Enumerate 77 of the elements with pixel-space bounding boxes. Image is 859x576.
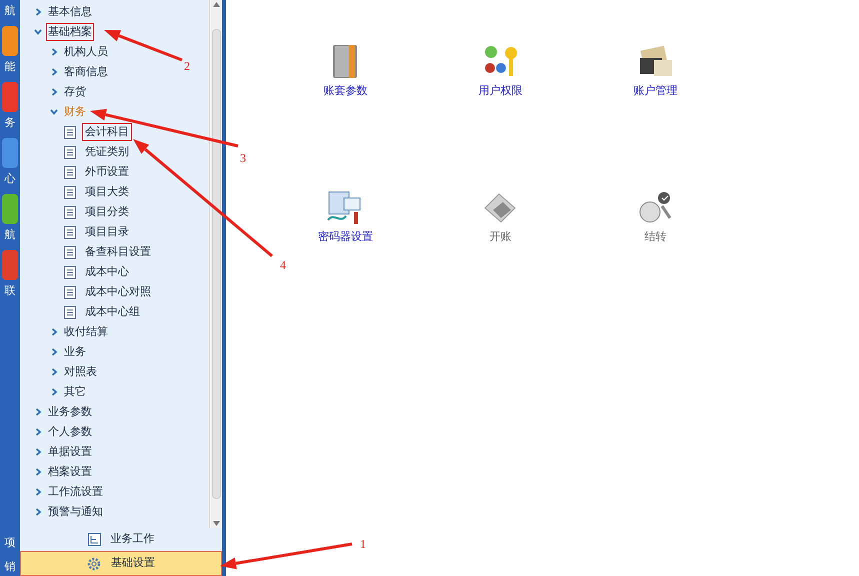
function-button[interactable]: 用户权限 [423,44,578,98]
tree-item[interactable]: 预警与通知 [46,503,105,521]
chevron-down-icon[interactable] [50,108,58,116]
app-icon[interactable] [2,26,18,56]
tree-item[interactable]: 客商信息 [62,63,110,81]
tree-item[interactable]: 会计科目 [82,123,132,141]
document-icon [64,206,76,218]
chevron-right-icon[interactable] [34,8,42,16]
nav-label[interactable]: 心 [4,172,16,186]
annotation-number: 4 [280,258,286,272]
chevron-right-icon[interactable] [50,88,58,96]
document-icon [64,226,76,238]
tree-item[interactable]: 收付结算 [62,323,110,341]
tree-item[interactable]: 基础档案 [46,23,94,41]
tree-item[interactable]: 备查科目设置 [82,243,154,261]
tree-item[interactable]: 业务参数 [46,403,94,421]
document-icon [64,306,76,318]
document-icon [64,286,76,298]
chevron-right-icon[interactable] [34,428,42,436]
chevron-right-icon[interactable] [50,348,58,356]
function-button[interactable]: 开账 [423,190,578,244]
annotation-number: 1 [360,537,366,551]
nav-tab[interactable]: 基础设置 [20,551,222,576]
tree-item[interactable]: 工作流设置 [46,483,105,501]
document-icon [64,246,76,258]
chevron-right-icon[interactable] [50,388,58,396]
scroll-thumb[interactable] [212,29,220,499]
tree-item[interactable]: 项目分类 [82,203,132,221]
document-icon [64,186,76,198]
tree-item[interactable]: 其它 [62,383,88,401]
tree-item[interactable]: 项目目录 [82,223,132,241]
tree-item[interactable]: 凭证类别 [82,143,132,161]
tree-item[interactable]: 个人参数 [46,423,94,441]
tree-item[interactable]: 存货 [62,83,88,101]
function-button[interactable]: 账套参数 [268,44,423,98]
nav-label[interactable]: 航 [4,4,16,18]
function-button[interactable]: 密码器设置 [268,190,423,244]
chevron-right-icon[interactable] [34,468,42,476]
tree-item[interactable]: 项目大类 [82,183,132,201]
chevron-right-icon[interactable] [34,508,42,516]
annotation-number: 2 [184,59,190,73]
tree-item[interactable]: 档案设置 [46,463,94,481]
nav-label[interactable]: 项 [4,536,16,550]
scroll-up-icon[interactable] [212,2,220,7]
tree-item[interactable]: 外币设置 [82,163,132,181]
nav-label[interactable]: 务 [4,116,16,130]
chevron-right-icon[interactable] [50,68,58,76]
nav-label[interactable]: 航 [4,228,16,242]
document-icon [64,126,76,138]
tree-item[interactable]: 机构人员 [62,43,110,61]
chevron-right-icon[interactable] [50,48,58,56]
tree-item[interactable]: 业务 [62,343,88,361]
nav-label[interactable]: 能 [4,60,16,74]
tree-item[interactable]: 成本中心 [82,263,132,281]
tree-item[interactable]: 成本中心组 [82,303,143,321]
tree-item[interactable]: 成本中心对照 [82,283,154,301]
tree-item[interactable]: 单据设置 [46,443,94,461]
chevron-right-icon[interactable] [34,408,42,416]
document-icon [64,146,76,158]
chevron-right-icon[interactable] [34,488,42,496]
annotation-number: 3 [240,151,246,165]
function-button[interactable]: 结转 [578,190,733,244]
chevron-right-icon[interactable] [50,368,58,376]
chevron-right-icon[interactable] [34,448,42,456]
chevron-right-icon[interactable] [50,328,58,336]
nav-label[interactable]: 联 [4,284,16,298]
tree-item[interactable]: 对照表 [62,363,99,381]
nav-label[interactable]: 销 [4,560,16,574]
tree-window-icon [88,533,100,546]
tree-item[interactable]: 基本信息 [46,3,94,21]
scroll-down-icon[interactable] [212,521,220,526]
document-icon [64,266,76,278]
scrollbar[interactable] [209,0,222,528]
settings-icon [87,556,101,570]
chevron-down-icon[interactable] [34,28,42,36]
function-button[interactable]: 账户管理 [578,44,733,98]
document-icon [64,166,76,178]
